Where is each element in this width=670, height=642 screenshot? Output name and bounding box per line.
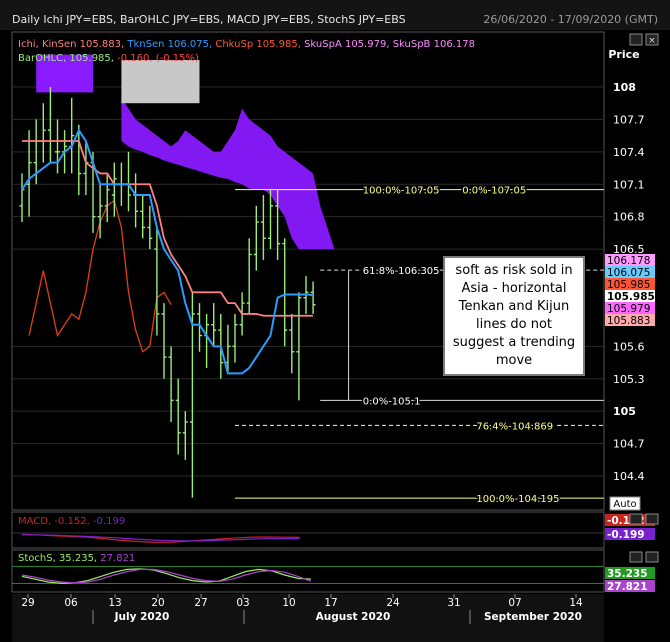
price-tick-label: 104.4 (613, 470, 645, 483)
stoch-close-icon[interactable] (645, 551, 659, 563)
price-badge: 106.178 (605, 254, 655, 267)
auto-scale-button[interactable]: Auto (609, 496, 641, 511)
time-tick-label: 29 (21, 597, 34, 609)
stoch-k-value: 35.235, (59, 553, 97, 564)
legend-tknsen: TknSen 106.075, (126, 39, 212, 50)
panel-window-icon[interactable] (629, 33, 643, 46)
price-badge-text: 105.985 (607, 291, 655, 303)
price-badge: 105.985 (605, 290, 655, 303)
legend-line-ichi: Ichi, KinSen 105.883, TknSen 106.075, Ch… (18, 39, 475, 50)
macd-label: MACD, (18, 516, 51, 527)
fib-label: 100.0%-104.195 (476, 494, 559, 505)
price-badge: 105.979 (605, 302, 655, 315)
price-tick-label: 106.8 (613, 211, 645, 224)
chart-window: Daily Ichi JPY=EBS, BarOHLC JPY=EBS, MAC… (0, 0, 670, 642)
stoch-badge: 27.821 (605, 580, 655, 593)
price-tick-label: 108 (613, 81, 636, 94)
time-tick-label: 17 (324, 597, 337, 609)
stoch-d-value: 27.821 (100, 553, 135, 564)
legend-line-bar: BarOHLC, 105.985, -0.160, (-0.15%) (18, 53, 199, 64)
price-badge-text: 105.883 (607, 315, 650, 327)
price-badge: 106.075 (605, 266, 655, 279)
time-tick-label: 10 (282, 597, 295, 609)
price-badge-text: 105.985 (607, 279, 650, 291)
panel-controls-price[interactable]: × (629, 33, 659, 46)
price-badge-text: 106.178 (607, 255, 650, 267)
legend-ichi-label: Ichi, (18, 39, 39, 50)
stoch-label: StochS, (18, 553, 56, 564)
price-badges: 106.178106.075105.985105.985105.979105.8… (605, 254, 655, 593)
panel-controls-stoch[interactable] (629, 551, 659, 563)
price-tick-label: 105 (613, 405, 636, 418)
stoch-badge-text: 27.821 (607, 581, 648, 593)
legend-skuspb: SkuSpB 106.178 (393, 39, 475, 50)
macd-badge: -0.199 (605, 528, 655, 541)
time-tick-label: 13 (108, 597, 121, 609)
macd-window-icon[interactable] (629, 513, 643, 525)
macd-legend: MACD, -0.152, -0.199 (18, 516, 125, 527)
price-badge: 105.985 (605, 278, 655, 291)
legend-bar-label: BarOHLC, (18, 53, 66, 64)
macd-value: -0.152, (54, 516, 89, 527)
time-axis: 29 06 13 20 27 03 10 17 24 31 07 14 July 2020 August … (12, 594, 604, 642)
month-label: August 2020 (316, 611, 391, 623)
fib-label: 0.0%-107.05 (462, 186, 526, 197)
month-label: July 2020 (114, 611, 170, 623)
legend-skuspa: SkuSpA 105.979, (304, 39, 389, 50)
time-tick-label: 24 (386, 597, 400, 609)
fib-label: 76.4%-104.869 (476, 421, 553, 432)
price-badge-text: 106.075 (607, 267, 650, 279)
time-tick-label: 03 (236, 597, 249, 609)
fib-label: 0.0%-105.1 (363, 396, 421, 407)
legend-bar-change: -0.160, (-0.15%) (117, 53, 199, 64)
annotation-box: soft as risk sold in Asia - horizontal T… (443, 256, 585, 376)
macd-signal-value: -0.199 (93, 516, 125, 527)
price-tick-label: 105.6 (613, 340, 645, 353)
close-glyph: × (648, 36, 656, 46)
macd-badge-text: -0.199 (607, 529, 645, 541)
legend-kinsen: KinSen 105.883, (42, 39, 124, 50)
time-tick-label: 07 (508, 597, 521, 609)
auto-button-label[interactable]: Auto (613, 499, 636, 510)
price-tick-label: 107.1 (613, 178, 645, 191)
cloud-flat-area (121, 59, 200, 104)
fib-label: 100.0%-107.05 (363, 186, 440, 197)
price-tick-label: 107.4 (613, 146, 645, 159)
time-tick-label: 06 (64, 597, 78, 609)
stoch-badge: 35.235 (605, 567, 655, 580)
legend-chkusp: ChkuSp 105.985, (215, 39, 301, 50)
price-badge-text: 105.979 (607, 303, 650, 315)
price-badge: 105.883 (605, 314, 655, 327)
time-tick-label: 14 (569, 597, 583, 609)
month-label: September 2020 (484, 611, 582, 623)
macd-close-icon[interactable] (645, 513, 659, 525)
time-tick-label: 20 (151, 597, 164, 609)
price-axis-label: Price (608, 48, 639, 61)
annotation-text: soft as risk sold in Asia - horizontal T… (452, 263, 576, 368)
time-tick-label: 27 (194, 597, 207, 609)
price-tick-label: 104.7 (613, 438, 645, 451)
price-tick-label: 105.3 (613, 373, 645, 386)
stoch-legend: StochS, 35.235, 27.821 (18, 553, 135, 564)
time-tick-label: 31 (447, 597, 460, 609)
stoch-window-icon[interactable] (629, 551, 643, 563)
stoch-badge-text: 35.235 (607, 568, 648, 580)
fib-label: 61.8%-106.305 (363, 266, 440, 277)
price-tick-label: 107.7 (613, 113, 645, 126)
legend-bar-value: 105.985, (69, 53, 114, 64)
